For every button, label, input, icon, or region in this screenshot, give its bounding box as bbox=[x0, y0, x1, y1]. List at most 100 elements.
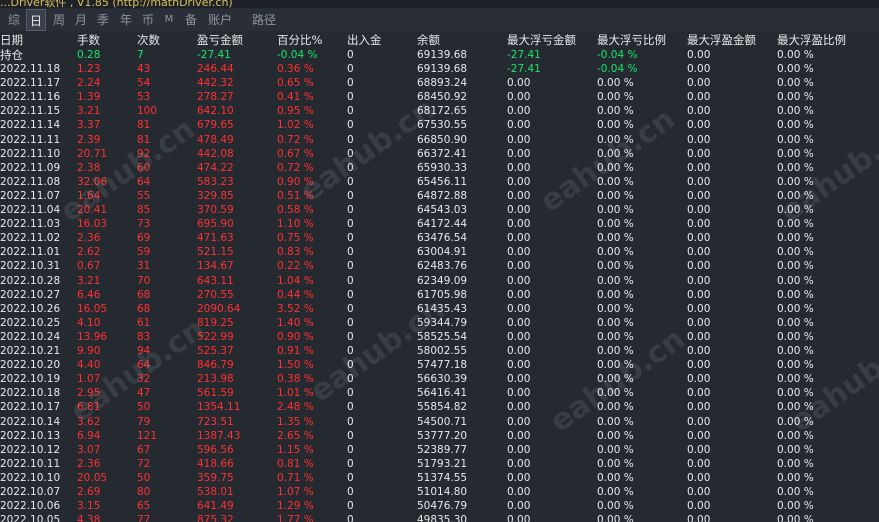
table-row[interactable]: 2022.11.10 20.71 92 442.08 0.67 % 0 66372.41 0.… bbox=[0, 147, 879, 161]
cell-pnl: 583.23 bbox=[197, 175, 234, 188]
cell-count: 61 bbox=[137, 316, 151, 329]
table-row[interactable]: 2022.11.15 3.21 100 642.10 0.95 % 0 68172.65 0.… bbox=[0, 104, 879, 118]
table-row[interactable]: 2022.10.20 4.40 64 846.79 1.50 % 0 57477.18 0.0… bbox=[0, 358, 879, 372]
table-row[interactable]: 2022.10.07 2.69 80 538.01 1.07 % 0 51014.80 0.0… bbox=[0, 485, 879, 499]
cell-balance: 62349.09 bbox=[417, 274, 468, 287]
table-row[interactable]: 2022.11.18 1.23 43 246.44 0.36 % 0 69139.68 -27… bbox=[0, 62, 879, 76]
cell-deposit-withdrawal: 0 bbox=[347, 457, 354, 470]
cell-max-gain-ratio: 0.00 % bbox=[777, 387, 814, 400]
tab-account[interactable]: 账户 bbox=[205, 9, 235, 31]
col-header-max-float-loss-ratio[interactable]: 最大浮亏比例 bbox=[597, 33, 666, 47]
table-row[interactable]: 2022.11.04 20.41 85 370.59 0.58 % 0 64543.03 0.… bbox=[0, 203, 879, 217]
cell-max-gain-ratio: 0.00 % bbox=[777, 345, 814, 357]
holding-row[interactable]: 持仓 0.28 7 -27.41 -0.04 % 0 69139.68 -27.… bbox=[0, 48, 879, 62]
cell-max-gain-amount: 0.00 bbox=[687, 77, 711, 90]
cell-lots: 16.03 bbox=[77, 218, 108, 231]
cell-max-loss-amount: 0.00 bbox=[507, 401, 531, 414]
cell-pnl: 471.63 bbox=[197, 232, 234, 245]
table-row[interactable]: 2022.10.19 1.07 32 213.98 0.38 % 0 56630.39 0.0… bbox=[0, 372, 879, 386]
table-row[interactable]: 2022.10.24 13.96 83 522.99 0.90 % 0 58525.54 0.… bbox=[0, 330, 879, 344]
cell-count: 68 bbox=[137, 288, 151, 301]
col-header-max-float-profit-amount[interactable]: 最大浮盈金额 bbox=[687, 33, 756, 47]
cell-count: 47 bbox=[137, 387, 151, 400]
cell-lots: 20.41 bbox=[77, 204, 108, 216]
cell-date: 2022.10.20 bbox=[0, 359, 61, 372]
cell-percent: 0.65 % bbox=[277, 77, 314, 90]
cell-balance: 51014.80 bbox=[417, 486, 468, 498]
cell-lots: 1.07 bbox=[77, 373, 101, 386]
cell-max-loss-ratio: 0.00 % bbox=[597, 387, 634, 400]
col-header-deposit-withdrawal[interactable]: 出入金 bbox=[347, 33, 382, 47]
cell-max-loss-ratio: 0.00 % bbox=[597, 359, 634, 372]
cell-count: 92 bbox=[137, 147, 151, 160]
cell-max-gain-ratio: 0.00 % bbox=[777, 260, 814, 273]
table-row[interactable]: 2022.10.11 2.36 72 418.66 0.81 % 0 51793.21 0.0… bbox=[0, 457, 879, 471]
cell-deposit-withdrawal: 0 bbox=[347, 288, 354, 301]
col-header-date[interactable]: 日期 bbox=[0, 33, 23, 47]
table-row[interactable]: 2022.11.17 2.24 54 442.32 0.65 % 0 68893.24 0.0… bbox=[0, 76, 879, 90]
table-row[interactable]: 2022.10.12 3.07 67 596.56 1.15 % 0 52389.77 0.0… bbox=[0, 443, 879, 457]
cell-percent: 1.50 % bbox=[277, 359, 314, 372]
cell-max-loss-ratio: 0.00 % bbox=[597, 204, 634, 216]
cell-date: 2022.11.07 bbox=[0, 189, 61, 202]
holding-pnl: -27.41 bbox=[197, 49, 231, 61]
col-header-percent[interactable]: 百分比% bbox=[277, 33, 322, 47]
table-row[interactable]: 2022.10.27 6.46 68 270.55 0.44 % 0 61705.98 0.0… bbox=[0, 288, 879, 302]
table-row[interactable]: 2022.10.06 3.15 65 641.49 1.29 % 0 50476.79 0.0… bbox=[0, 499, 879, 513]
cell-max-loss-amount: 0.00 bbox=[507, 218, 531, 231]
cell-lots: 3.37 bbox=[77, 119, 101, 132]
cell-max-gain-amount: 0.00 bbox=[687, 105, 711, 118]
cell-lots: 16.05 bbox=[77, 302, 108, 315]
table-row[interactable]: 2022.11.11 2.39 81 478.49 0.72 % 0 66850.90 0.0… bbox=[0, 133, 879, 147]
table-row[interactable]: 2022.10.26 16.05 68 2090.64 3.52 % 0 61435.43 0… bbox=[0, 302, 879, 316]
table-row[interactable]: 2022.11.02 2.36 69 471.63 0.75 % 0 63476.54 0.0… bbox=[0, 231, 879, 245]
table-row[interactable]: 2022.10.10 20.05 50 359.75 0.71 % 0 51374.55 0.… bbox=[0, 471, 879, 485]
tab-year[interactable]: 年 bbox=[116, 9, 136, 31]
cell-deposit-withdrawal: 0 bbox=[347, 63, 354, 75]
cell-max-gain-amount: 0.00 bbox=[687, 302, 711, 315]
cell-balance: 64872.88 bbox=[417, 189, 468, 202]
col-header-max-float-loss-amount[interactable]: 最大浮亏金额 bbox=[507, 33, 576, 47]
table-row[interactable]: 2022.10.28 3.21 70 643.11 1.04 % 0 62349.09 0.0… bbox=[0, 274, 879, 288]
tab-day[interactable]: 日 bbox=[26, 9, 46, 31]
tab-quarter[interactable]: 季 bbox=[93, 9, 113, 31]
cell-date: 2022.10.17 bbox=[0, 401, 61, 414]
table-row[interactable]: 2022.11.03 16.03 73 695.90 1.10 % 0 64172.44 0.… bbox=[0, 217, 879, 231]
tab-month[interactable]: 月 bbox=[71, 9, 91, 31]
table-row[interactable]: 2022.10.25 4.10 61 819.25 1.40 % 0 59344.79 0.0… bbox=[0, 316, 879, 330]
cell-balance: 55854.82 bbox=[417, 401, 468, 414]
cell-count: 59 bbox=[137, 246, 151, 259]
cell-pnl: 723.51 bbox=[197, 415, 234, 428]
col-header-pnl[interactable]: 盈亏金额 bbox=[197, 33, 243, 47]
cell-pnl: 270.55 bbox=[197, 288, 234, 301]
table-row[interactable]: 2022.11.09 2.38 60 474.22 0.72 % 0 65930.33 0.0… bbox=[0, 161, 879, 175]
table-row[interactable]: 2022.10.05 4.38 77 875.32 1.77 % 0 49835.30 0.0… bbox=[0, 513, 879, 522]
table-row[interactable]: 2022.11.01 2.62 59 521.15 0.83 % 0 63004.91 0.0… bbox=[0, 245, 879, 259]
cell-max-gain-amount: 0.00 bbox=[687, 288, 711, 301]
table-row[interactable]: 2022.11.08 32.06 64 583.23 0.90 % 0 65456.11 0.… bbox=[0, 175, 879, 189]
tab-currency[interactable]: 币 bbox=[138, 9, 158, 31]
table-row[interactable]: 2022.11.16 1.39 53 278.27 0.41 % 0 68450.92 0.0… bbox=[0, 90, 879, 104]
cell-date: 2022.10.07 bbox=[0, 486, 61, 498]
col-header-max-float-profit-ratio[interactable]: 最大浮盈比例 bbox=[777, 33, 846, 47]
tab-notes[interactable]: 备 bbox=[181, 9, 201, 31]
table-row[interactable]: 2022.10.31 0.67 31 134.67 0.22 % 0 62483.76 0.0… bbox=[0, 259, 879, 273]
table-row[interactable]: 2022.10.18 2.95 47 561.59 1.01 % 0 56416.41 0.0… bbox=[0, 386, 879, 400]
cell-lots: 3.07 bbox=[77, 443, 101, 456]
tab-path[interactable]: 路径 bbox=[249, 9, 279, 31]
table-row[interactable]: 2022.10.17 6.81 50 1354.11 2.48 % 0 55854.82 0.… bbox=[0, 400, 879, 414]
tab-week[interactable]: 周 bbox=[49, 9, 69, 31]
cell-max-loss-ratio: -0.04 % bbox=[597, 63, 638, 75]
table-row[interactable]: 2022.11.07 1.64 55 329.85 0.51 % 0 64872.88 0.0… bbox=[0, 189, 879, 203]
col-header-balance[interactable]: 余额 bbox=[417, 33, 440, 47]
tab-m[interactable]: M bbox=[160, 9, 178, 31]
col-header-count[interactable]: 次数 bbox=[137, 33, 160, 47]
cell-date: 2022.11.14 bbox=[0, 119, 61, 132]
table-row[interactable]: 2022.10.13 6.94 121 1387.43 2.65 % 0 53777.20 0… bbox=[0, 429, 879, 443]
table-row[interactable]: 2022.10.14 3.62 79 723.51 1.35 % 0 54500.71 0.0… bbox=[0, 415, 879, 429]
tab-summary[interactable]: 综 bbox=[4, 9, 24, 31]
cell-lots: 2.24 bbox=[77, 77, 101, 90]
table-row[interactable]: 2022.11.14 3.37 81 679.65 1.02 % 0 67530.55 0.0… bbox=[0, 118, 879, 132]
col-header-lots[interactable]: 手数 bbox=[77, 33, 100, 47]
table-row[interactable]: 2022.10.21 9.90 94 525.37 0.91 % 0 58002.55 0.0… bbox=[0, 344, 879, 358]
